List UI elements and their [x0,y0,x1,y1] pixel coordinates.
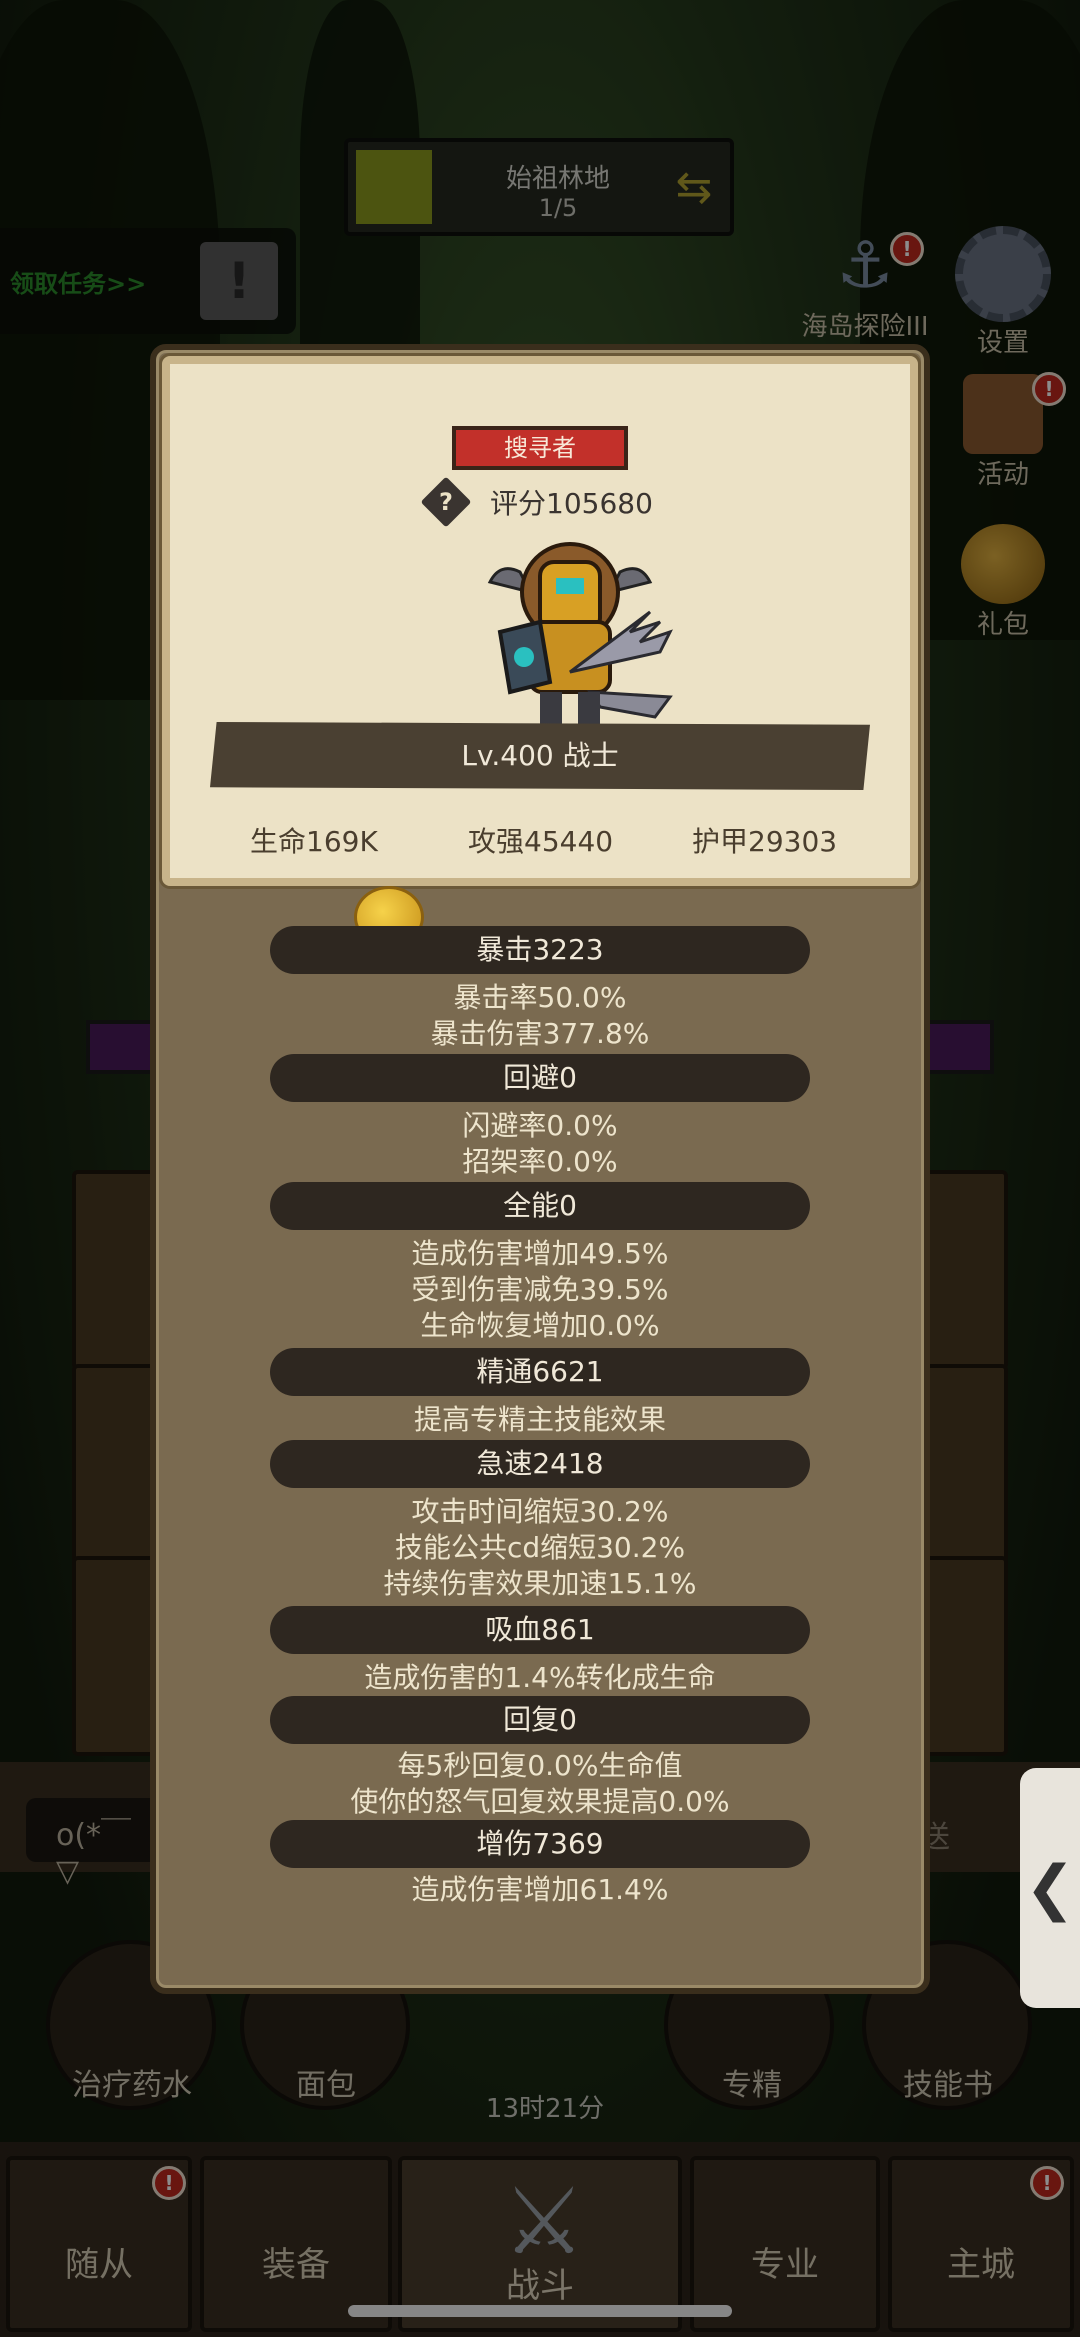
stat-header-avoidance: 回避0 [270,1054,810,1102]
armor-stat: 护甲29303 [692,825,838,858]
warrior-hero-sprite [487,542,673,728]
stat-line: 暴击伤害377.8% [430,1017,650,1050]
attack-stat: 攻强45440 [468,825,614,858]
level-class-banner: Lv.400 战士 [210,722,870,790]
stat-header-haste: 急速2418 [270,1440,810,1488]
stat-line: 攻击时间缩短30.2% [411,1495,669,1528]
stat-line: 造成伤害的1.4%转化成生命 [364,1661,716,1694]
stat-header-leech: 吸血861 [270,1606,810,1654]
help-icon[interactable]: ? [420,476,472,528]
stat-line: 闪避率0.0% [462,1109,618,1142]
hero-title-badge[interactable]: 搜寻者 [452,426,628,470]
stat-header-damage-bonus: 增伤7369 [270,1820,810,1868]
stat-header-mastery: 精通6621 [270,1348,810,1396]
stat-header-regen: 回复0 [270,1696,810,1744]
stat-line: 造成伤害增加49.5% [411,1237,669,1270]
stat-header-crit: 暴击3223 [270,926,810,974]
stat-line: 每5秒回复0.0%生命值 [397,1749,683,1782]
drawer-handle[interactable]: ❮ [1020,1768,1080,2008]
stat-line: 造成伤害增加61.4% [411,1873,669,1906]
stat-line: 暴击率50.0% [453,981,627,1014]
stat-line: 生命恢复增加0.0% [420,1309,660,1342]
stat-line: 提高专精主技能效果 [413,1403,666,1436]
stat-line: 招架率0.0% [462,1145,618,1178]
hp-stat: 生命169K [250,825,378,858]
stat-header-versatility: 全能0 [270,1182,810,1230]
stat-line: 持续伤害效果加速15.1% [383,1567,697,1600]
stat-line: 受到伤害减免39.5% [411,1273,669,1306]
stat-line: 使你的怒气回复效果提高0.0% [350,1785,730,1818]
stat-line: 技能公共cd缩短30.2% [394,1531,686,1564]
hero-score: 评分105680 [490,487,653,520]
